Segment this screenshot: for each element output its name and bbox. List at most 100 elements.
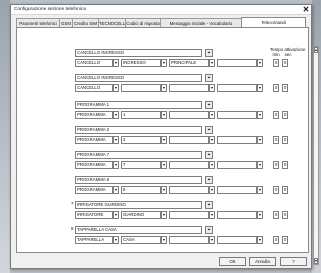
device-select[interactable]: 2 [121,136,161,144]
telecomando-name-input[interactable]: PROGRAMMA 1 [75,101,202,109]
chevron-down-icon[interactable]: ▼ [257,236,263,244]
telecomando-name-input[interactable]: CANCELLO INGRESSO [75,49,202,57]
type-select[interactable]: CANCELLO [75,59,113,67]
tab-gsm[interactable]: GSM [59,18,73,27]
device-select[interactable] [121,84,161,92]
min-input[interactable]: 0 [273,84,279,92]
chevron-down-icon[interactable]: ▼ [113,186,119,194]
device-select[interactable]: INGRESSO [121,59,161,67]
extra-select[interactable] [217,59,257,67]
chevron-down-icon[interactable]: ▼ [209,84,215,92]
vertical-scrollbar[interactable]: ▲ ▼ [313,46,319,265]
pick-icon[interactable]: ⌖ [205,151,213,159]
sec-input[interactable]: 0 [282,59,288,67]
chevron-down-icon[interactable]: ▼ [257,211,263,219]
scroll-down-icon[interactable]: ▼ [314,258,318,264]
extra-select[interactable] [217,211,257,219]
chevron-down-icon[interactable]: ▼ [209,236,215,244]
tab-codici-di-risposta[interactable]: Codici di risposta [125,18,161,27]
pick-icon[interactable]: ⌖ [205,226,213,234]
min-input[interactable]: 0 [273,211,279,219]
sec-input[interactable]: 0 [282,186,288,194]
chevron-down-icon[interactable]: ▼ [161,186,167,194]
tab-messaggio-iniziale[interactable]: Messaggio iniziale - Vocabolario [160,18,242,27]
sec-input[interactable]: 0 [282,111,288,119]
tab-parametri-telefonici[interactable]: Parametri telefonici [16,18,60,27]
chevron-down-icon[interactable]: ▼ [161,84,167,92]
chevron-down-icon[interactable]: ▼ [113,84,119,92]
sec-input[interactable]: 0 [282,161,288,169]
extra-select[interactable] [217,236,257,244]
location-select[interactable] [169,211,209,219]
extra-select[interactable] [217,84,257,92]
device-select[interactable]: 1 [121,111,161,119]
location-select[interactable] [169,186,209,194]
telecomando-name-input[interactable]: PROGRAMMA 7 [75,151,202,159]
chevron-down-icon[interactable]: ▼ [161,236,167,244]
extra-select[interactable] [217,136,257,144]
location-select[interactable] [169,111,209,119]
chevron-down-icon[interactable]: ▼ [113,211,119,219]
chevron-down-icon[interactable]: ▼ [161,211,167,219]
min-input[interactable]: 0 [273,111,279,119]
min-input[interactable]: 0 [273,136,279,144]
min-input[interactable]: 0 [273,59,279,67]
min-input[interactable]: 0 [273,161,279,169]
chevron-down-icon[interactable]: ▼ [161,111,167,119]
tab-credito-sim[interactable]: Credito SIM [72,18,99,27]
scroll-up-icon[interactable]: ▲ [314,47,318,53]
chevron-down-icon[interactable]: ▼ [209,186,215,194]
pick-icon[interactable]: ⌖ [205,126,213,134]
chevron-down-icon[interactable]: ▼ [161,136,167,144]
device-select[interactable]: GIARDINO [121,211,161,219]
help-button[interactable]: ? [280,257,307,266]
chevron-down-icon[interactable]: ▼ [113,236,119,244]
chevron-down-icon[interactable]: ▼ [209,211,215,219]
type-select[interactable]: PROGRAMMA [75,161,113,169]
chevron-down-icon[interactable]: ▼ [209,136,215,144]
type-select[interactable]: CANCELLO [75,84,113,92]
location-select[interactable]: PRINCIPALE [169,59,209,67]
chevron-down-icon[interactable]: ▼ [257,161,263,169]
sec-input[interactable]: 0 [282,136,288,144]
telecomando-name-input[interactable]: PROGRAMMA 8 [75,176,202,184]
chevron-down-icon[interactable]: ▼ [113,161,119,169]
location-select[interactable] [169,136,209,144]
chevron-down-icon[interactable]: ▼ [257,136,263,144]
sec-input[interactable]: 0 [282,236,288,244]
pick-icon[interactable]: ⌖ [205,49,213,57]
chevron-down-icon[interactable]: ▼ [257,111,263,119]
sec-input[interactable]: 0 [282,211,288,219]
chevron-down-icon[interactable]: ▼ [161,161,167,169]
type-select[interactable]: IRRIGATORE [75,211,113,219]
ok-button[interactable]: OK [219,257,246,266]
extra-select[interactable] [217,186,257,194]
type-select[interactable]: TAPPARELLA [75,236,113,244]
device-select[interactable]: 7 [121,161,161,169]
tab-telecomandi[interactable]: Telecomandi [241,17,306,27]
chevron-down-icon[interactable]: ▼ [113,136,119,144]
location-select[interactable] [169,161,209,169]
sec-input[interactable]: 0 [282,84,288,92]
type-select[interactable]: PROGRAMMA [75,111,113,119]
location-select[interactable] [169,84,209,92]
extra-select[interactable] [217,161,257,169]
pick-icon[interactable]: ⌖ [205,176,213,184]
telecomando-name-input[interactable]: CANCELLO INGRESSO [75,74,202,82]
min-input[interactable]: 0 [273,186,279,194]
chevron-down-icon[interactable]: ▼ [113,59,119,67]
chevron-down-icon[interactable]: ▼ [209,111,215,119]
chevron-down-icon[interactable]: ▼ [209,59,215,67]
telecomando-name-input[interactable]: PROGRAMMA 2 [75,126,202,134]
location-select[interactable] [169,236,209,244]
extra-select[interactable] [217,111,257,119]
close-icon[interactable]: ✕ [301,5,311,15]
chevron-down-icon[interactable]: ▼ [113,111,119,119]
device-select[interactable]: CASA [121,236,161,244]
device-select[interactable]: 8 [121,186,161,194]
pick-icon[interactable]: ⌖ [205,101,213,109]
pick-icon[interactable]: ⌖ [205,74,213,82]
min-input[interactable]: 0 [273,236,279,244]
chevron-down-icon[interactable]: ▼ [209,161,215,169]
telecomando-name-input[interactable]: IRRIGATORE GIARDINO [75,201,202,209]
